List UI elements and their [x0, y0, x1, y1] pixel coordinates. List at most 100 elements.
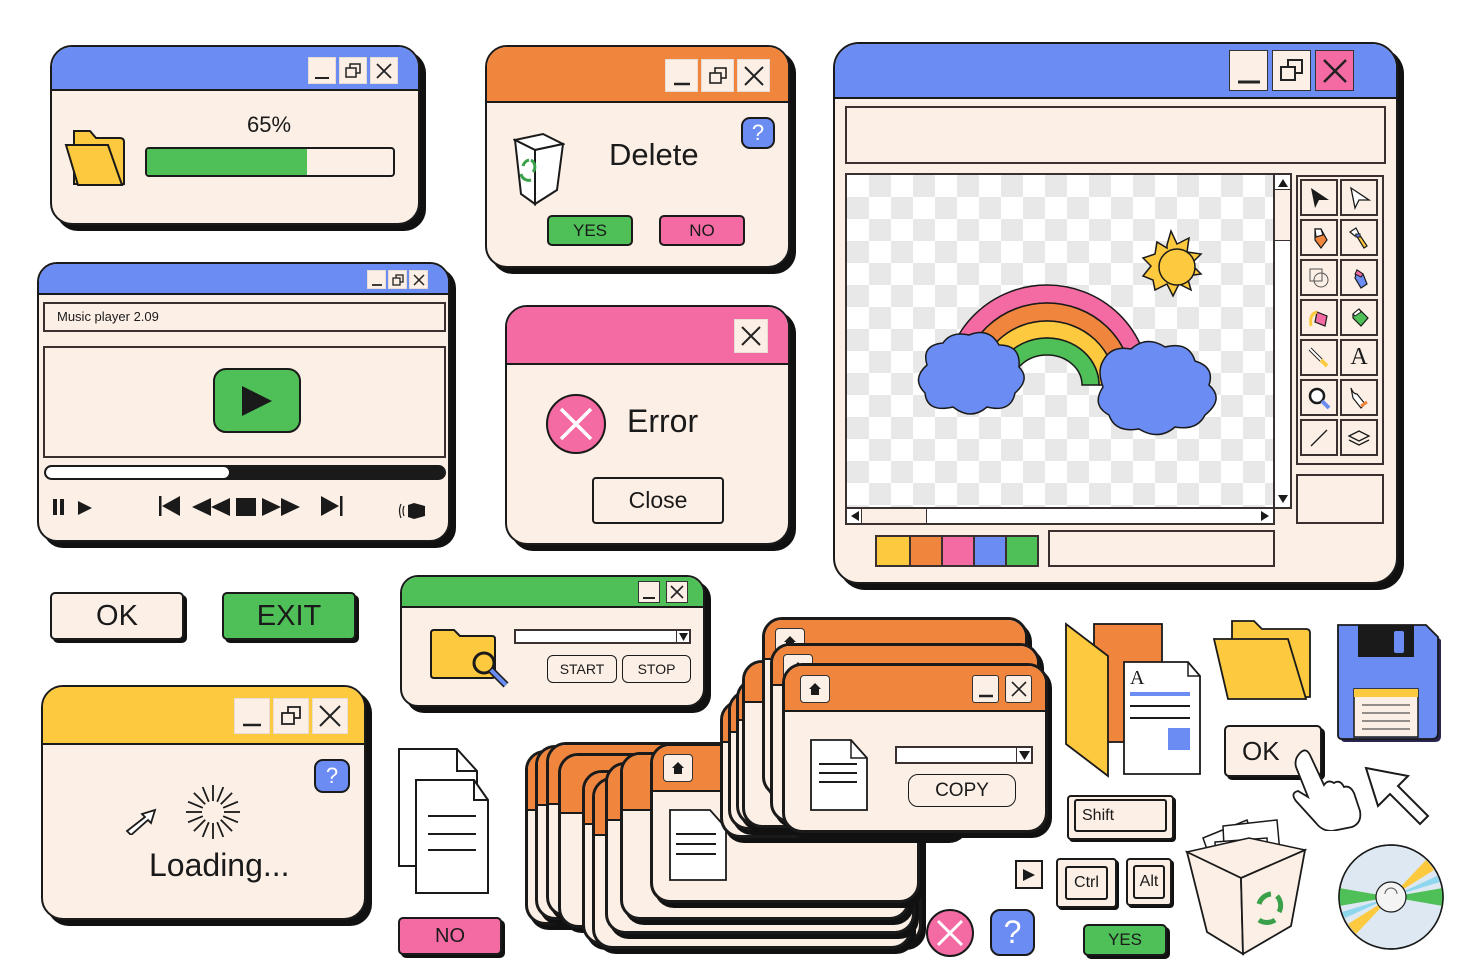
- close-button[interactable]: [312, 698, 348, 734]
- no-button[interactable]: NO: [398, 917, 502, 955]
- recycle-bin-full-icon: [1185, 819, 1308, 956]
- spinner-ray: [216, 786, 225, 803]
- minimize-button[interactable]: [308, 57, 336, 84]
- horizontal-scrollbar[interactable]: [845, 507, 1275, 525]
- tool-pipette[interactable]: [1300, 339, 1338, 376]
- tool-eraser[interactable]: [1300, 219, 1338, 256]
- scroll-left-arrow[interactable]: [849, 510, 861, 522]
- minimize-button[interactable]: [1229, 50, 1268, 91]
- copy-dropdown[interactable]: [895, 746, 1033, 764]
- restore-button[interactable]: [388, 270, 407, 289]
- ctrl-key[interactable]: Ctrl: [1056, 858, 1117, 908]
- palette-swatch[interactable]: [909, 537, 941, 565]
- scroll-up-arrow[interactable]: [1277, 177, 1289, 189]
- alt-key[interactable]: Alt: [1126, 858, 1172, 906]
- tool-marker[interactable]: [1340, 259, 1378, 296]
- small-play-icon[interactable]: [77, 500, 93, 516]
- shift-key[interactable]: Shift: [1067, 795, 1174, 840]
- pause-icon[interactable]: [52, 498, 66, 516]
- progress-bar: [145, 147, 395, 177]
- yes-button[interactable]: YES: [547, 215, 633, 246]
- close-button[interactable]: [734, 319, 768, 353]
- scroll-down-arrow[interactable]: [1277, 493, 1289, 505]
- close-button[interactable]: [370, 57, 398, 84]
- minimize-button[interactable]: [638, 581, 660, 603]
- track-title-field: Music player 2.09: [43, 302, 446, 332]
- arrow-filled-icon: [1311, 187, 1329, 208]
- minimize-button[interactable]: [972, 675, 999, 703]
- tool-zoom[interactable]: [1300, 379, 1338, 416]
- close-icon: [1322, 58, 1347, 83]
- minimize-icon: [643, 597, 655, 599]
- copy-button[interactable]: COPY: [908, 774, 1016, 807]
- pen-nib-icon: [1350, 387, 1368, 409]
- big-play-button[interactable]: [213, 368, 301, 433]
- close-button[interactable]: [1005, 675, 1032, 703]
- spinner-ray: [222, 800, 239, 809]
- rewind-icon[interactable]: [191, 497, 231, 517]
- close-icon: [376, 62, 392, 79]
- loading-window: ? Loading...: [41, 685, 366, 920]
- play-icon: [242, 385, 272, 416]
- spinner-ray: [193, 792, 206, 805]
- tool-layers[interactable]: [1340, 419, 1378, 456]
- exit-button[interactable]: EXIT: [222, 592, 356, 640]
- skip-back-icon[interactable]: [158, 495, 182, 517]
- drawing-canvas[interactable]: [845, 173, 1275, 523]
- help-button[interactable]: ?: [314, 759, 350, 793]
- play-small-button[interactable]: [1015, 860, 1043, 889]
- minimize-button[interactable]: [665, 59, 698, 92]
- shift-key-cap: Shift: [1074, 799, 1167, 832]
- progress-bar-fill: [147, 149, 307, 175]
- tool-select-outline[interactable]: [1340, 179, 1378, 216]
- restore-button[interactable]: [701, 59, 734, 92]
- no-button[interactable]: NO: [659, 215, 745, 246]
- palette-swatch[interactable]: [973, 537, 1005, 565]
- close-button[interactable]: [409, 270, 428, 289]
- skip-forward-icon[interactable]: [320, 495, 344, 517]
- tool-shapes[interactable]: [1300, 259, 1338, 296]
- home-button[interactable]: [800, 675, 830, 703]
- search-dropdown[interactable]: [514, 629, 691, 644]
- folder-search-icon: [430, 629, 509, 688]
- palette-swatch[interactable]: [877, 537, 909, 565]
- restore-button[interactable]: [1272, 50, 1311, 91]
- document-icon: [668, 808, 728, 887]
- scroll-right-arrow[interactable]: [1259, 510, 1271, 522]
- ok-button[interactable]: OK: [50, 592, 184, 640]
- progress-window-titlebar: [52, 47, 418, 91]
- tool-line[interactable]: [1300, 419, 1338, 456]
- vertical-scroll-thumb[interactable]: [1275, 189, 1290, 241]
- close-icon: [670, 585, 684, 599]
- tool-select-filled[interactable]: [1300, 179, 1338, 216]
- close-button[interactable]: [666, 581, 688, 603]
- close-dialog-button[interactable]: Close: [592, 477, 724, 524]
- start-button[interactable]: START: [547, 655, 617, 683]
- error-circle-icon[interactable]: [925, 908, 975, 958]
- tool-eraser-green[interactable]: [1340, 299, 1378, 336]
- fast-forward-icon[interactable]: [261, 497, 301, 517]
- home-button[interactable]: [663, 754, 693, 782]
- tool-brush[interactable]: [1340, 219, 1378, 256]
- close-button[interactable]: [737, 59, 770, 92]
- restore-button[interactable]: [339, 57, 367, 84]
- tool-fill-bucket[interactable]: [1300, 299, 1338, 336]
- tool-pen[interactable]: [1340, 379, 1378, 416]
- minimize-button[interactable]: [367, 270, 386, 289]
- help-button[interactable]: ?: [741, 117, 775, 149]
- seek-bar[interactable]: [44, 465, 446, 480]
- tool-text[interactable]: A: [1340, 339, 1378, 376]
- stop-icon[interactable]: [235, 497, 257, 517]
- restore-button[interactable]: [273, 698, 309, 734]
- stop-button[interactable]: STOP: [622, 655, 691, 683]
- minimize-button[interactable]: [234, 698, 270, 734]
- palette-swatch[interactable]: [1005, 537, 1037, 565]
- help-icon-button[interactable]: ?: [990, 909, 1035, 956]
- palette-swatch[interactable]: [941, 537, 973, 565]
- close-icon: [741, 326, 761, 346]
- vertical-scrollbar[interactable]: [1273, 173, 1292, 509]
- close-button[interactable]: [1315, 50, 1354, 91]
- horizontal-scroll-thumb[interactable]: [861, 509, 927, 523]
- volume-icon[interactable]: [397, 500, 427, 522]
- yes-button[interactable]: YES: [1083, 924, 1167, 956]
